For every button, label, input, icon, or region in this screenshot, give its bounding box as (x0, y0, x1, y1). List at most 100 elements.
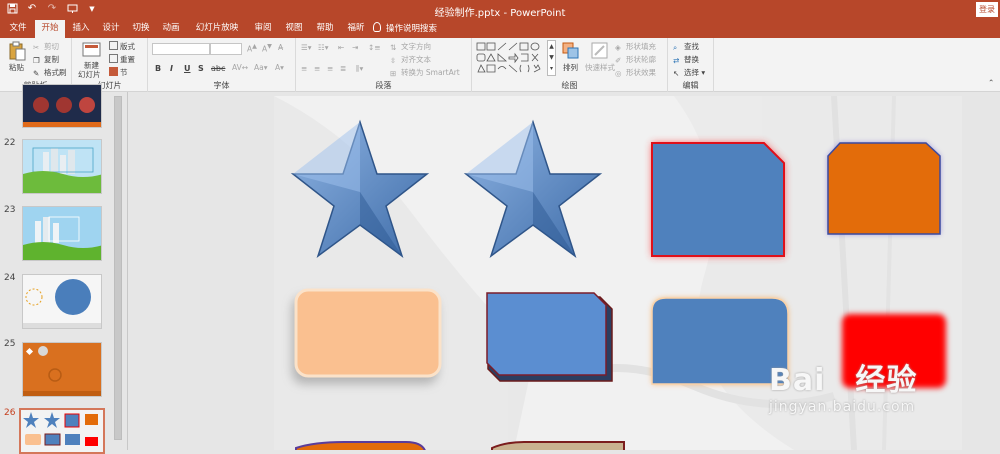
blue-snipped-rectangle[interactable] (486, 292, 613, 382)
round-top-rectangle-orange-glow[interactable] (651, 297, 789, 385)
tab-review[interactable]: 审阅 (249, 20, 277, 38)
group-label-font: 字体 (213, 81, 230, 90)
align-right-icon[interactable]: ≡ (327, 64, 333, 73)
collapse-ribbon-icon[interactable]: ⌃ (988, 78, 994, 87)
tab-transitions[interactable]: 切换 (127, 20, 155, 38)
new-slide-label-2[interactable]: 幻灯片 (78, 69, 101, 80)
arrange-button[interactable]: 排列 (563, 62, 578, 73)
partial-tan-shape[interactable] (491, 441, 625, 450)
shape-outline-button[interactable]: ✐ 形状轮廓 (615, 54, 656, 65)
char-spacing-icon[interactable]: AV↔ (232, 63, 248, 72)
slide-number: 25 (4, 339, 16, 349)
paste-button[interactable]: 粘贴 (9, 62, 24, 73)
layout-icon (109, 41, 118, 50)
tab-view[interactable]: 视图 (280, 20, 308, 38)
slide-thumbnail[interactable] (22, 84, 102, 128)
scrollbar-thumb[interactable] (114, 96, 122, 440)
watermark-brand: Bai 经验 (769, 363, 918, 398)
bold-button[interactable]: B (155, 64, 161, 73)
tab-design[interactable]: 设计 (97, 20, 125, 38)
tab-animations[interactable]: 动画 (157, 20, 185, 38)
align-center-icon[interactable]: ≡ (314, 64, 320, 73)
shrink-font-icon[interactable]: A▼ (262, 43, 272, 54)
snipped-rectangle-red-glow[interactable] (651, 142, 785, 257)
reset-icon (109, 54, 118, 63)
tab-file[interactable]: 文件 (4, 20, 32, 38)
slide-thumbnail[interactable] (22, 206, 102, 261)
star-shape[interactable] (463, 119, 603, 258)
thumbnail-art (25, 279, 91, 315)
partial-orange-shape[interactable] (295, 441, 426, 450)
quick-styles-icon[interactable] (590, 41, 610, 61)
slide-thumbnail[interactable] (22, 274, 102, 329)
italic-button[interactable]: I (170, 64, 173, 73)
layout-button[interactable]: 版式 (109, 41, 135, 52)
tab-help[interactable]: 帮助 (311, 20, 339, 38)
slide-number: 24 (4, 273, 16, 283)
bullets-icon[interactable]: ☰▾ (301, 43, 312, 52)
cursor-icon: ↖ (673, 69, 680, 78)
justify-icon[interactable]: ≣ (340, 64, 346, 73)
tab-foxit-pdf[interactable]: 福昕PDF (340, 20, 372, 49)
grow-font-icon[interactable]: A▲ (247, 43, 257, 54)
group-paragraph: ☰▾ ☷▾ ⇤ ⇥ ↕≡ ⇅ 文字方向 ⇳ 对齐文本 ⊞ 转换为 SmartArt ≡… (296, 38, 472, 92)
slide-thumbnail[interactable] (22, 342, 102, 397)
font-color-icon[interactable]: A▾ (275, 63, 284, 72)
align-left-icon[interactable]: ≡ (301, 64, 307, 73)
orange-snipped-shape-purple-glow[interactable] (827, 142, 941, 235)
arrange-icon[interactable] (561, 41, 581, 61)
shadow-button[interactable]: abc (211, 64, 225, 73)
copy-button[interactable]: ❐ 复制 (33, 54, 59, 65)
format-painter-button[interactable]: ✎ 格式刷 (33, 67, 67, 78)
increase-indent-icon[interactable]: ⇥ (352, 43, 358, 52)
thumbnail-scrollbar[interactable] (112, 96, 124, 450)
thumbnail-art (23, 216, 101, 260)
smartart-icon: ⊞ (390, 69, 397, 78)
peach-rounded-rectangle[interactable] (292, 288, 442, 384)
group-label-drawing: 绘图 (561, 81, 578, 90)
decrease-indent-icon[interactable]: ⇤ (338, 43, 344, 52)
slide-thumbnail-selected[interactable] (19, 408, 105, 454)
thumbnail-footer-bar (23, 391, 101, 396)
columns-icon[interactable]: ⫼▾ (356, 64, 363, 74)
font-name-dropdown[interactable] (152, 43, 210, 55)
underline-button[interactable]: U (184, 64, 191, 73)
shapes-gallery[interactable] (476, 42, 546, 78)
shape-effects-button[interactable]: ◎ 形状效果 (615, 67, 656, 78)
ribbon-tabs: 文件 开始 插入 设计 切换 动画 幻灯片放映 审阅 视图 帮助 福昕PDF 操… (0, 20, 1000, 49)
quick-styles-button[interactable]: 快速样式 (585, 62, 615, 73)
change-case-icon[interactable]: Aa▾ (254, 63, 268, 72)
select-button[interactable]: ↖ 选择 ▾ (673, 67, 705, 78)
strike-button[interactable]: S (198, 64, 204, 73)
shape-fill-button[interactable]: ◈ 形状填充 (615, 41, 656, 52)
paste-icon[interactable] (7, 41, 27, 61)
tell-me-search[interactable]: 操作说明搜索 (373, 21, 437, 37)
clear-format-icon[interactable]: A̶ (278, 43, 283, 52)
baidu-jingyan-watermark: Bai 经验 jingyan.baidu.com (769, 355, 949, 425)
star-shape[interactable] (290, 119, 430, 258)
font-size-dropdown[interactable] (210, 43, 242, 55)
gallery-scroll[interactable]: ▲ ▼ ▾ (547, 40, 556, 76)
thumbnail-art (23, 147, 101, 193)
replace-button[interactable]: ⇄ 替换 (673, 54, 699, 65)
slide-number: 23 (4, 205, 16, 215)
text-direction-button[interactable]: ⇅ 文字方向 (390, 41, 431, 52)
numbering-icon[interactable]: ☷▾ (318, 43, 329, 52)
thumbnail-art (21, 410, 103, 452)
section-button[interactable]: 节 (109, 67, 128, 78)
tab-insert[interactable]: 插入 (67, 20, 95, 38)
cut-button[interactable]: ✂ 剪切 (33, 41, 59, 52)
reset-button[interactable]: 重置 (109, 54, 135, 65)
tab-slideshow[interactable]: 幻灯片放映 (188, 20, 246, 38)
slide-number: 22 (4, 138, 16, 148)
effects-icon: ◎ (615, 69, 622, 78)
new-slide-icon[interactable] (82, 41, 102, 61)
text-direction-icon: ⇅ (390, 43, 397, 52)
convert-smartart-button[interactable]: ⊞ 转换为 SmartArt (390, 67, 460, 78)
line-spacing-icon[interactable]: ↕≡ (368, 43, 381, 52)
tab-home[interactable]: 开始 (35, 20, 65, 38)
align-text-button[interactable]: ⇳ 对齐文本 (390, 54, 431, 65)
login-button[interactable]: 登录 (976, 2, 998, 17)
find-button[interactable]: ⌕ 查找 (673, 41, 699, 52)
slide-thumbnail[interactable] (22, 139, 102, 194)
